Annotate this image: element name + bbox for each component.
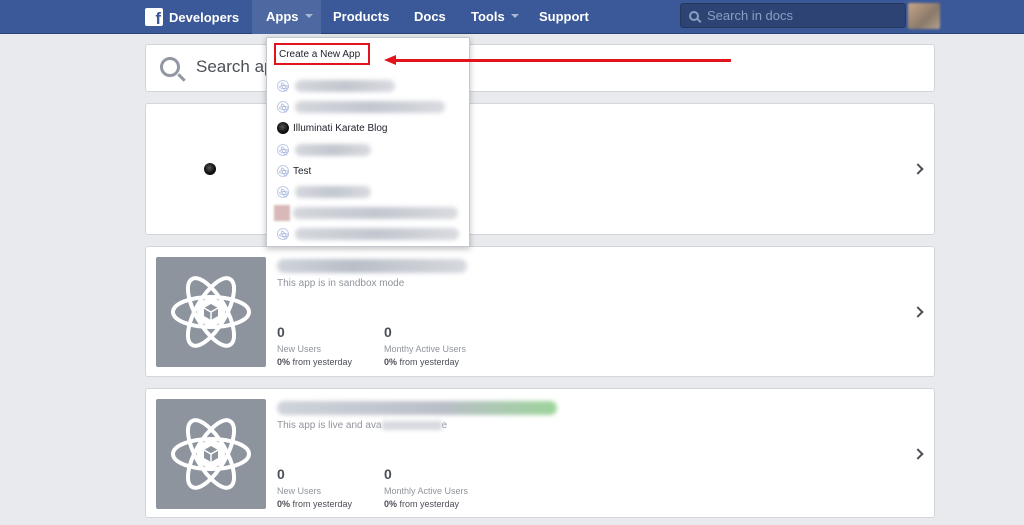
atom-icon [277, 101, 289, 113]
atom-icon [277, 144, 289, 156]
app-thumbnail[interactable] [156, 399, 266, 509]
redacted-app-name [295, 228, 459, 240]
chevron-right-icon[interactable] [912, 448, 924, 460]
dropdown-app-item[interactable] [277, 78, 395, 94]
developers-home-link[interactable]: f Developers [145, 7, 239, 27]
app-status-text: This app is live and ava e [277, 420, 448, 431]
app-thumbnail[interactable] [156, 257, 266, 367]
top-nav-bar: f Developers Apps Products Docs Tools Su… [0, 0, 1024, 34]
dropdown-app-item[interactable] [277, 99, 445, 115]
brand-label: Developers [169, 9, 240, 25]
app-status-text: This app is in sandbox mode [277, 278, 405, 289]
nav-apps[interactable]: Apps [266, 9, 313, 24]
chevron-right-icon[interactable] [912, 306, 924, 318]
redacted-app-name [293, 207, 458, 219]
puppy-avatar-icon [204, 163, 216, 175]
app-card-featured[interactable] [145, 103, 935, 235]
atom-icon [171, 418, 251, 490]
nav-docs[interactable]: Docs [414, 9, 446, 24]
dropdown-app-item[interactable] [274, 205, 458, 221]
chevron-down-icon [510, 13, 519, 18]
new-users-stat: 0 New Users 0% from yesterday [277, 324, 353, 367]
atom-icon [277, 228, 289, 240]
nav-products[interactable]: Products [333, 9, 389, 24]
apps-dropdown-menu: Create a New App Illuminati Karate Blog … [266, 37, 470, 247]
redacted-app-name [295, 80, 395, 92]
photo-avatar-icon [274, 205, 290, 221]
redacted-app-name [295, 101, 445, 113]
redacted-app-name [295, 144, 371, 156]
monthly-active-users-stat: 0 Monthly Active Users 0% from yesterday [384, 466, 469, 509]
search-icon [160, 57, 180, 77]
search-icon [689, 10, 699, 21]
nav-support[interactable]: Support [539, 9, 589, 24]
new-users-stat: 0 New Users 0% from yesterday [277, 466, 353, 509]
docs-search-box[interactable] [680, 3, 906, 28]
chevron-down-icon [304, 13, 313, 18]
dropdown-app-item[interactable] [277, 226, 459, 242]
atom-icon [277, 80, 289, 92]
app-title-redacted [277, 401, 557, 415]
annotation-arrow-head [384, 55, 396, 65]
puppy-avatar-icon [277, 122, 289, 134]
dropdown-app-item[interactable] [277, 184, 371, 200]
atom-icon [171, 276, 251, 348]
create-new-app-button[interactable]: Create a New App [274, 43, 370, 65]
facebook-logo-icon: f [145, 8, 163, 27]
docs-search-input[interactable] [707, 8, 887, 23]
atom-icon [277, 165, 289, 177]
chevron-right-icon[interactable] [912, 163, 924, 175]
app-search-box[interactable] [145, 44, 935, 92]
atom-icon [277, 186, 289, 198]
app-title-redacted [277, 259, 467, 273]
dropdown-app-item[interactable]: Illuminati Karate Blog [277, 120, 388, 136]
redacted-text [381, 420, 442, 430]
dropdown-app-item[interactable] [277, 142, 371, 158]
redacted-app-name [295, 186, 371, 198]
app-card[interactable]: This app is in sandbox mode 0 New Users … [145, 246, 935, 377]
annotation-arrow-line [393, 59, 731, 62]
dropdown-app-item[interactable]: Test [277, 163, 311, 179]
app-card[interactable]: This app is live and ava e 0 New Users 0%… [145, 388, 935, 518]
nav-tools[interactable]: Tools [471, 9, 519, 24]
user-avatar[interactable] [908, 3, 940, 29]
monthly-active-users-stat: 0 Monthy Active Users 0% from yesterday [384, 324, 467, 367]
